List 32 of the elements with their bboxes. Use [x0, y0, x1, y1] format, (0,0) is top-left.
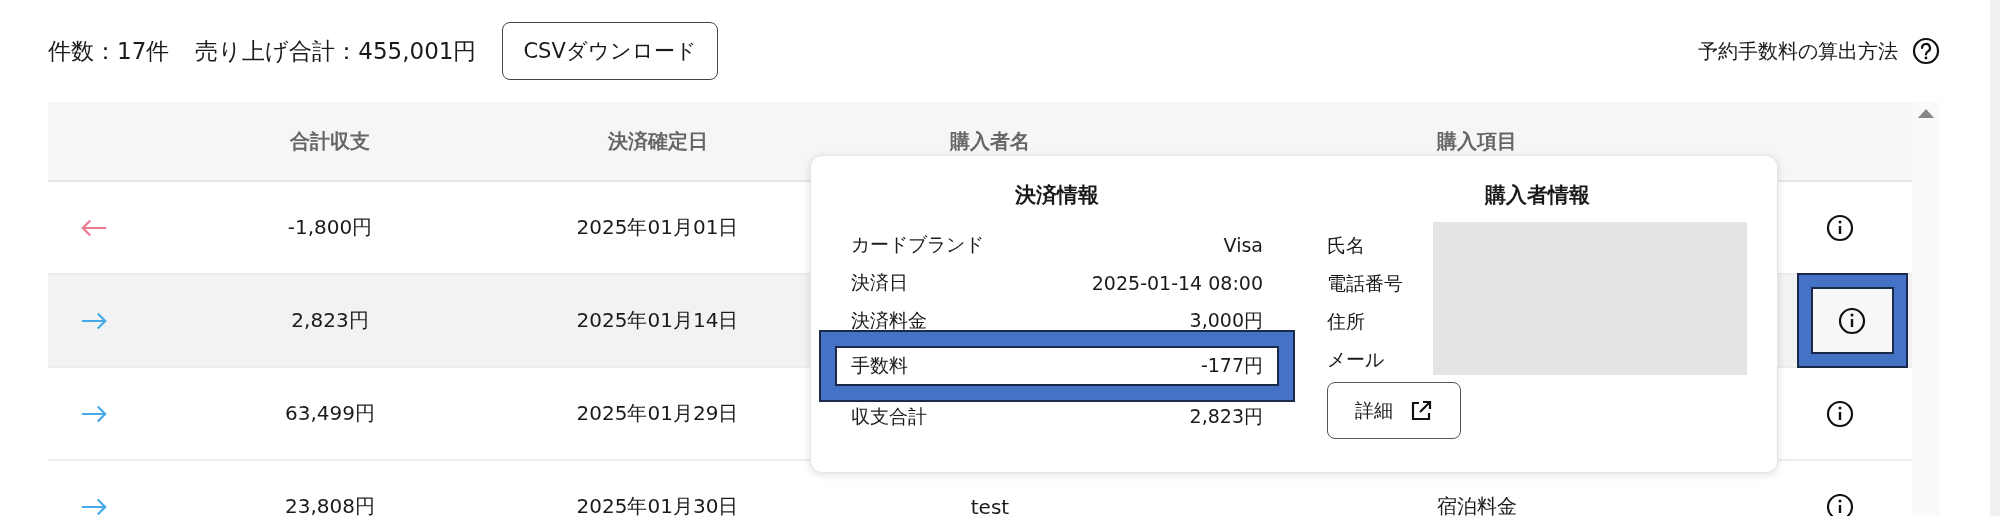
field-label: 電話番号 — [1327, 271, 1404, 296]
field-value: 2,823円 — [1189, 404, 1263, 429]
field-value: 2025-01-14 08:00 — [1091, 272, 1263, 294]
field-value: -177円 — [1200, 353, 1263, 378]
field-label: 住所 — [1327, 309, 1366, 334]
table-cell: 2025年01月30日 — [576, 493, 739, 516]
column-header: 合計収支 — [289, 127, 371, 155]
field-label: 決済料金 — [851, 308, 927, 333]
field-value: Visa — [1223, 234, 1263, 256]
field-label: メール — [1327, 347, 1385, 372]
record-count: 件数：17件 — [48, 36, 170, 66]
field-label: 収支合計 — [851, 404, 927, 429]
field-label: 手数料 — [851, 353, 908, 378]
table-cell: -1,800円 — [287, 214, 373, 241]
column-header: 購入項目 — [1435, 127, 1518, 155]
table-cell: 2025年01月29日 — [576, 400, 739, 427]
table-cell: 宿泊料金 — [1436, 493, 1517, 516]
table-cell: 2025年01月14日 — [576, 307, 739, 334]
column-header: 決済確定日 — [606, 127, 709, 155]
table-cell: 23,808円 — [285, 493, 375, 516]
field-label: 決済日 — [851, 270, 908, 295]
field-value: 3,000円 — [1189, 308, 1263, 333]
field-label: カードブランド — [851, 232, 984, 257]
field-label: 氏名 — [1327, 233, 1366, 258]
column-header: 購入者名 — [949, 127, 1031, 155]
table-cell: test — [970, 494, 1010, 516]
table-cell: 63,499円 — [285, 400, 375, 427]
sales-total: 売り上げ合計：455,001円 — [195, 36, 477, 66]
table-cell: 2,823円 — [291, 307, 369, 334]
table-cell: 2025年01月01日 — [576, 214, 739, 241]
popover-heading: 購入者情報 — [1483, 182, 1591, 209]
popover-heading: 決済情報 — [1014, 182, 1100, 209]
